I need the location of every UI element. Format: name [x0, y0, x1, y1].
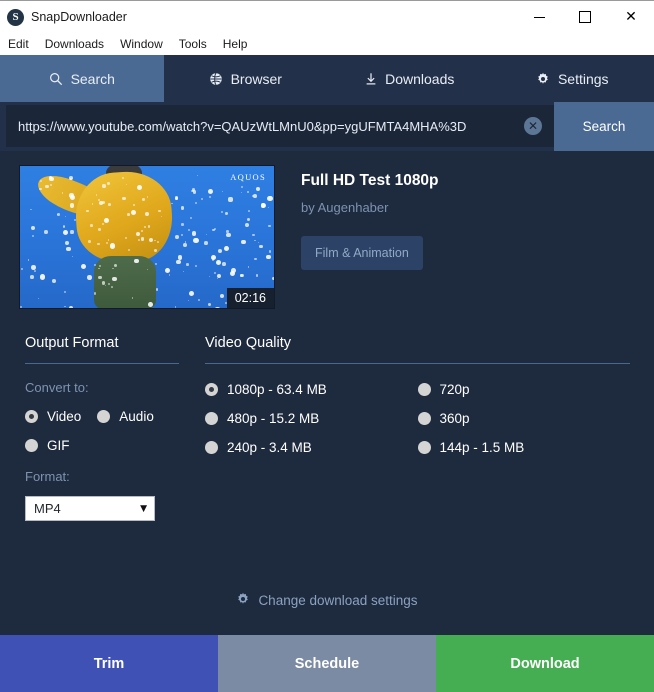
radio-video-label: Video — [47, 409, 82, 424]
search-field-wrapper: ✕ — [6, 105, 554, 147]
tab-settings[interactable]: Settings — [490, 55, 654, 102]
video-category-badge: Film & Animation — [301, 236, 423, 270]
tab-search[interactable]: Search — [0, 55, 164, 102]
radio-gif[interactable] — [25, 439, 38, 452]
radio-720p[interactable] — [417, 383, 431, 396]
thumbnail-watermark: AQUOS — [230, 172, 266, 182]
options-panels: Output Format Convert to: Video Audio GI… — [0, 309, 654, 521]
radio-audio[interactable] — [97, 410, 111, 423]
video-info: Full HD Test 1080p by Augenhaber Film & … — [275, 165, 439, 309]
radio-audio-label: Audio — [119, 409, 154, 424]
quality-240p-label: 240p - 3.4 MB — [227, 440, 312, 455]
tab-downloads-label: Downloads — [385, 70, 455, 87]
download-button[interactable]: Download — [436, 635, 654, 692]
change-download-settings-label: Change download settings — [258, 593, 418, 608]
menu-item-downloads[interactable]: Downloads — [45, 35, 112, 53]
title-bar: S SnapDownloader ✕ — [0, 0, 654, 33]
video-quality-divider — [205, 363, 630, 364]
quality-144p-label: 144p - 1.5 MB — [439, 440, 525, 455]
search-input[interactable] — [6, 106, 524, 146]
radio-360p[interactable] — [417, 412, 431, 425]
video-duration-badge: 02:16 — [226, 288, 274, 308]
menu-item-window[interactable]: Window — [120, 35, 171, 53]
close-button[interactable]: ✕ — [608, 1, 654, 33]
search-icon — [49, 71, 64, 86]
window-controls: ✕ — [516, 1, 654, 33]
main-content: AQUOS 02:16 Full HD Test 1080p by Augenh… — [0, 151, 654, 635]
menu-item-tools[interactable]: Tools — [179, 35, 215, 53]
search-bar: ✕ Search — [0, 102, 654, 151]
chevron-down-icon: ▼ — [140, 503, 147, 514]
menu-bar: Edit Downloads Window Tools Help — [0, 33, 654, 55]
quality-720p-label: 720p — [439, 382, 470, 397]
maximize-button[interactable] — [562, 1, 608, 33]
search-button[interactable]: Search — [554, 102, 654, 151]
gear-icon — [236, 592, 250, 609]
menu-item-help[interactable]: Help — [223, 35, 256, 53]
download-icon — [363, 71, 378, 86]
schedule-button[interactable]: Schedule — [218, 635, 436, 692]
quality-option-240p[interactable]: 240p - 3.4 MB — [205, 440, 418, 455]
quality-360p-label: 360p — [439, 411, 470, 426]
snapdownloader-logo-icon: S — [7, 8, 24, 26]
snapdownloader-window: S SnapDownloader ✕ Edit Downloads Window… — [0, 0, 654, 692]
video-quality-options: 1080p - 63.4 MB 720p 480p - 15.2 MB 360p — [205, 368, 630, 455]
tab-downloads[interactable]: Downloads — [327, 55, 491, 102]
title-bar-left: S SnapDownloader — [0, 8, 516, 26]
tab-browser-label: Browser — [230, 70, 282, 87]
video-thumbnail[interactable]: AQUOS 02:16 — [19, 165, 275, 309]
minimize-icon — [533, 16, 545, 18]
video-quality-panel: Video Quality 1080p - 63.4 MB 720p 480p … — [179, 335, 654, 521]
quality-480p-label: 480p - 15.2 MB — [227, 411, 320, 426]
quality-option-1080p[interactable]: 1080p - 63.4 MB — [205, 382, 418, 397]
quality-1080p-label: 1080p - 63.4 MB — [227, 382, 327, 397]
globe-icon — [209, 71, 224, 86]
video-title: Full HD Test 1080p — [301, 172, 439, 189]
quality-option-144p[interactable]: 144p - 1.5 MB — [417, 440, 631, 455]
radio-1080p[interactable] — [205, 383, 218, 396]
radio-480p[interactable] — [205, 412, 218, 425]
change-download-settings-link[interactable]: Change download settings — [0, 592, 654, 609]
radio-video[interactable] — [25, 410, 38, 423]
maximize-icon — [579, 11, 591, 23]
quality-option-360p[interactable]: 360p — [417, 411, 631, 426]
action-bar: Trim Schedule Download — [0, 635, 654, 692]
menu-item-edit[interactable]: Edit — [8, 35, 37, 53]
quality-option-480p[interactable]: 480p - 15.2 MB — [205, 411, 418, 426]
format-label: Format: — [25, 469, 70, 484]
convert-options-row-1: Video Audio — [25, 409, 179, 424]
convert-to-label: Convert to: — [25, 380, 89, 395]
close-icon: ✕ — [625, 9, 637, 25]
window-title: SnapDownloader — [31, 10, 127, 24]
output-format-heading: Output Format — [25, 335, 119, 351]
convert-options-row-2: GIF — [25, 438, 179, 453]
format-dropdown[interactable]: MP4 ▼ — [25, 496, 155, 521]
tab-search-label: Search — [70, 70, 115, 87]
radio-144p[interactable] — [417, 441, 431, 454]
output-format-panel: Output Format Convert to: Video Audio GI… — [0, 335, 179, 521]
video-author: by Augenhaber — [301, 200, 389, 215]
trim-button[interactable]: Trim — [0, 635, 218, 692]
tab-settings-label: Settings — [557, 70, 609, 87]
video-result-card: AQUOS 02:16 Full HD Test 1080p by Augenh… — [0, 151, 654, 309]
format-dropdown-value: MP4 — [34, 501, 61, 516]
radio-240p[interactable] — [205, 441, 218, 454]
minimize-button[interactable] — [516, 1, 562, 33]
thumbnail-snow-spray — [20, 166, 274, 308]
gear-icon — [536, 71, 551, 86]
quality-option-720p[interactable]: 720p — [417, 382, 631, 397]
tab-bar: Search Browser Downloads Settings — [0, 55, 654, 102]
radio-gif-label: GIF — [47, 438, 70, 453]
video-quality-heading: Video Quality — [205, 335, 291, 351]
output-format-divider — [25, 363, 179, 364]
clear-circle-icon[interactable]: ✕ — [524, 117, 542, 135]
tab-browser[interactable]: Browser — [163, 55, 327, 102]
